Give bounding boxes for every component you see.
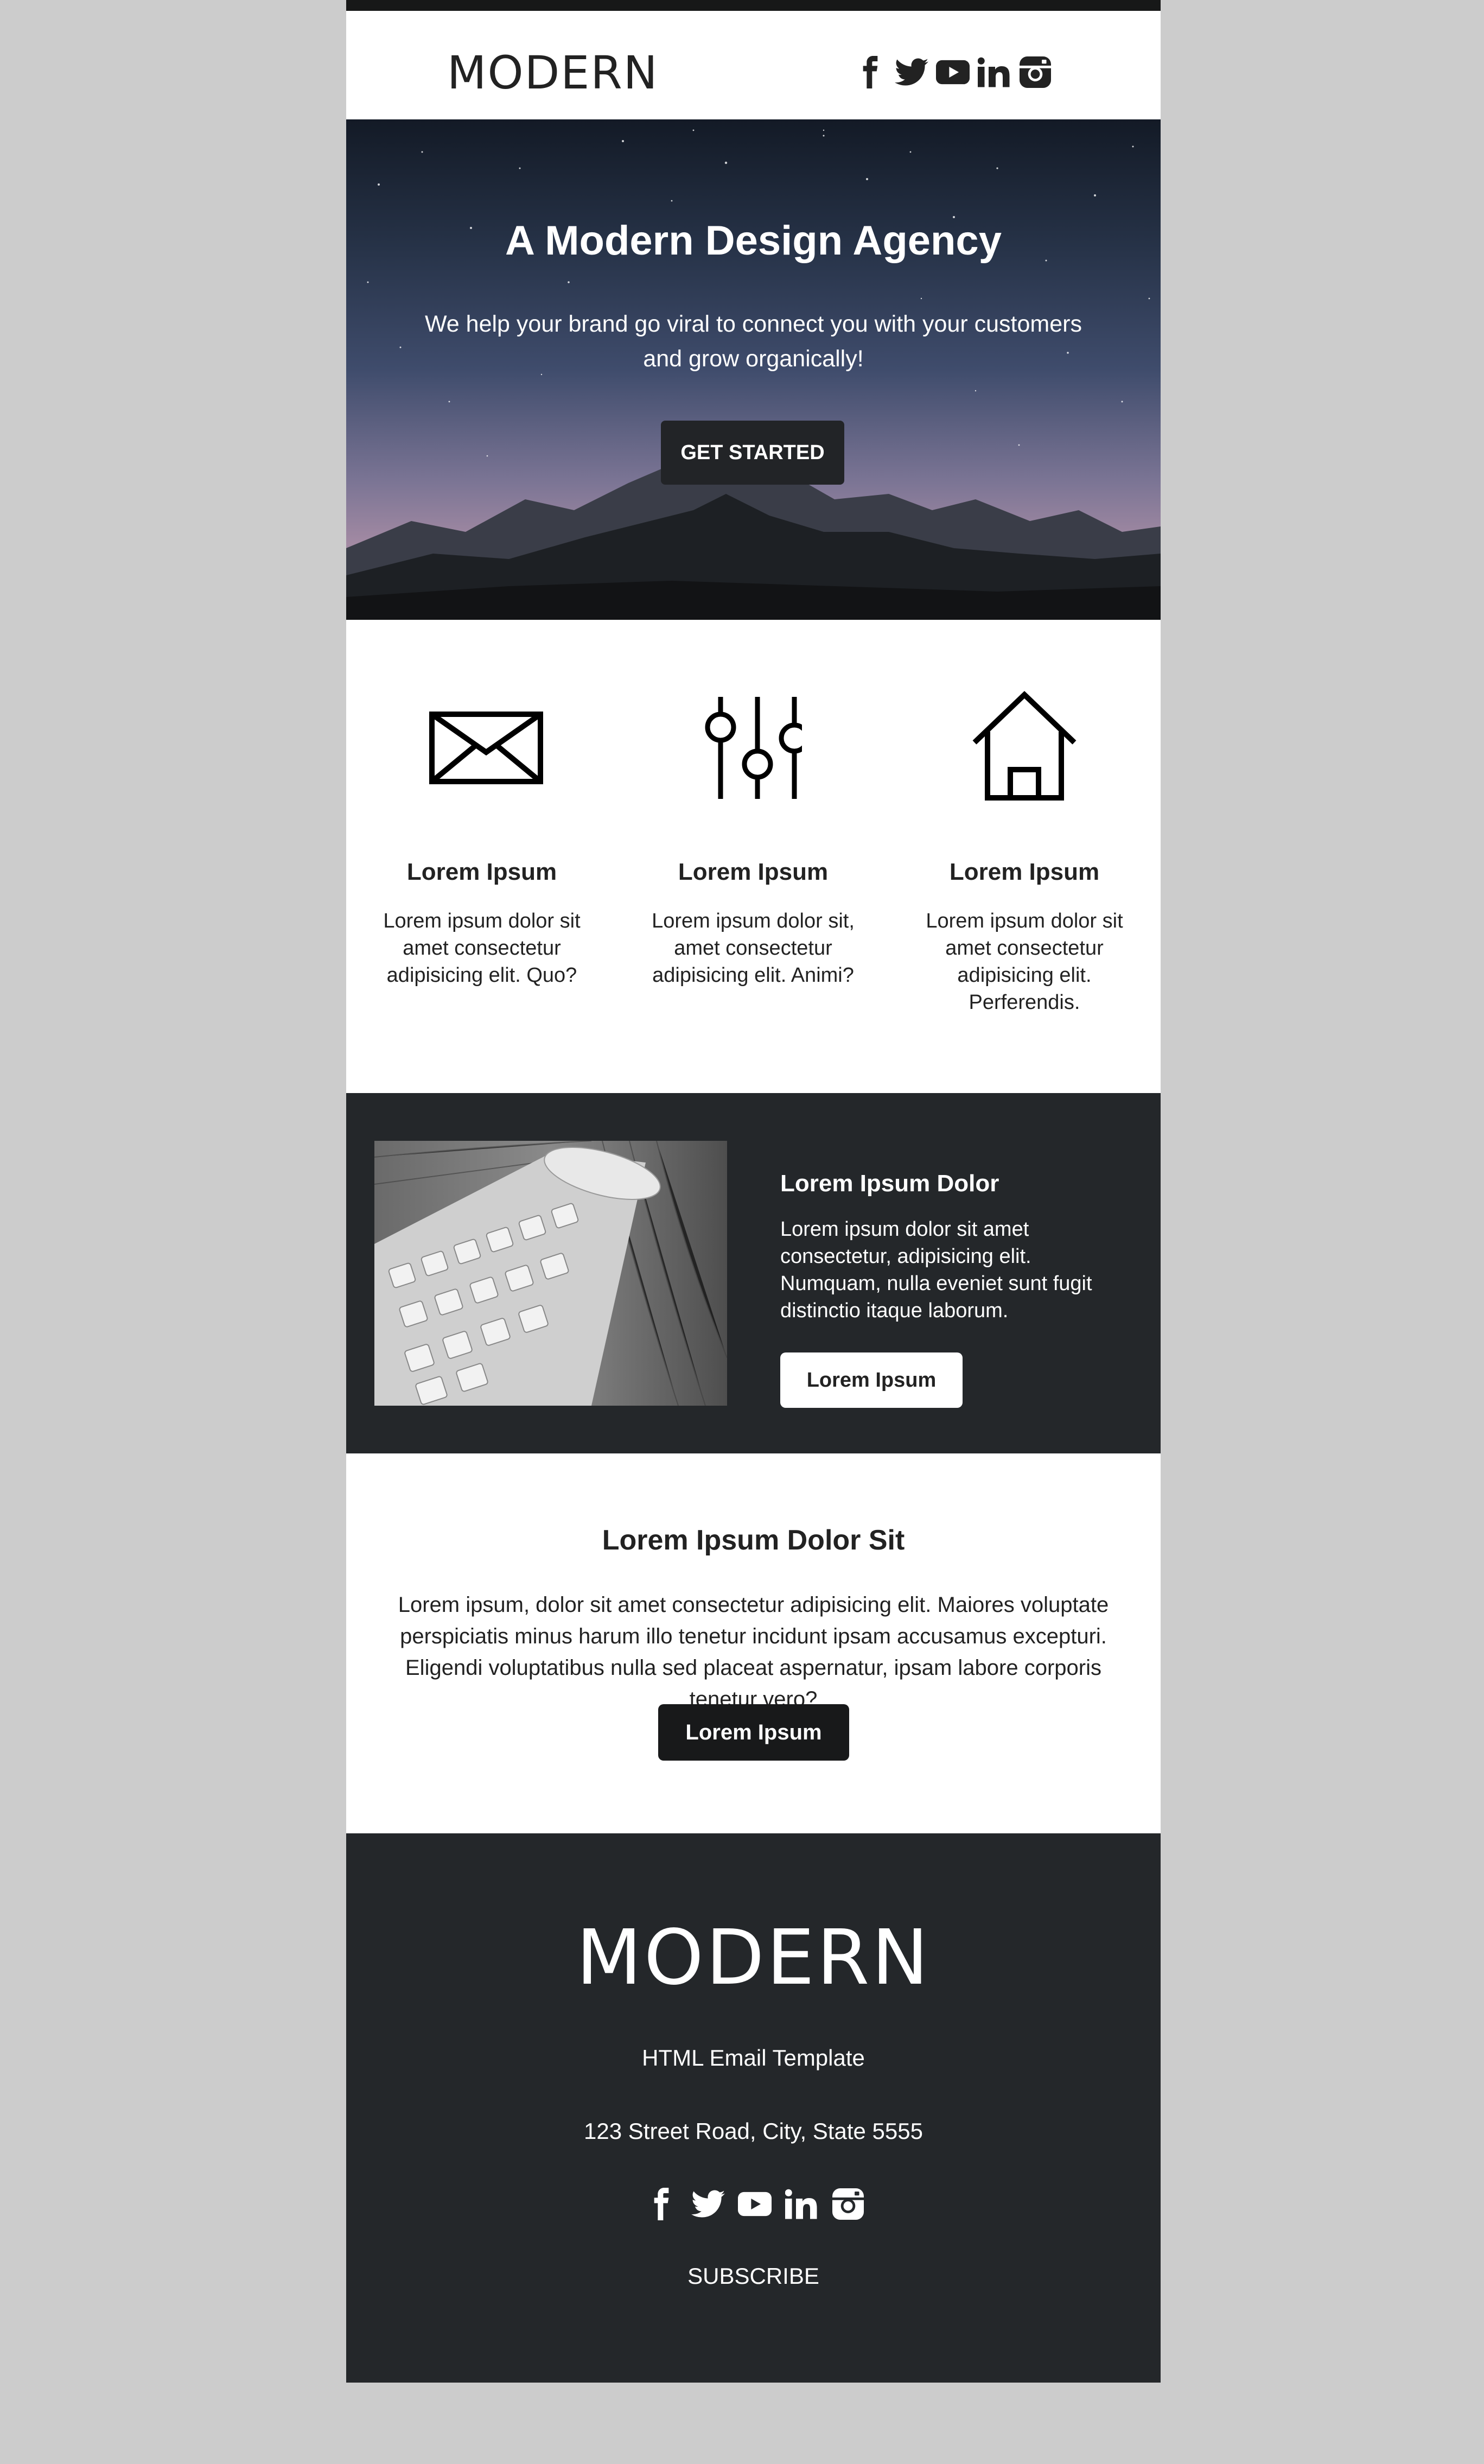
feature-title: Lorem Ipsum	[949, 859, 1100, 885]
sliders-icon	[705, 697, 802, 799]
promo-title: Lorem Ipsum Dolor	[780, 1170, 999, 1197]
footer-tagline: HTML Email Template	[642, 2045, 865, 2071]
email-header: MODERN	[346, 11, 1161, 119]
hero-banner: A Modern Design Agency We help your bran…	[346, 119, 1161, 620]
cta-section: Lorem Ipsum Dolor Sit Lorem ipsum, dolor…	[346, 1453, 1161, 1833]
linkedin-icon[interactable]	[977, 55, 1011, 89]
instagram-icon[interactable]	[1018, 55, 1052, 89]
keyboard-image	[374, 1141, 727, 1406]
footer-address: 123 Street Road, City, State 5555	[584, 2118, 923, 2144]
email-footer: MODERN HTML Email Template 123 Street Ro…	[346, 1833, 1161, 2383]
youtube-icon[interactable]	[737, 2186, 773, 2222]
email-container: MODERN A Modern Design Agency We help yo…	[346, 0, 1161, 2383]
cta-text: Lorem ipsum, dolor sit amet consectetur …	[398, 1593, 1109, 1711]
brand-logo[interactable]: MODERN	[447, 50, 659, 96]
feature-title: Lorem Ipsum	[678, 859, 829, 885]
facebook-icon[interactable]	[644, 2186, 679, 2222]
facebook-icon[interactable]	[854, 55, 887, 89]
top-bar	[346, 0, 1161, 11]
social-links-footer	[644, 2186, 866, 2222]
youtube-icon[interactable]	[936, 55, 970, 89]
feature-text: Lorem ipsum dolor sit, amet consectetur …	[652, 910, 855, 987]
hero-subtitle: We help your brand go viral to connect y…	[425, 311, 1082, 372]
get-started-button[interactable]: GET STARTED	[661, 421, 844, 485]
instagram-icon[interactable]	[830, 2186, 866, 2222]
subscribe-link[interactable]: SUBSCRIBE	[346, 2263, 1161, 2289]
twitter-icon[interactable]	[895, 55, 928, 89]
promo-button[interactable]: Lorem Ipsum	[780, 1352, 963, 1408]
linkedin-icon[interactable]	[784, 2186, 819, 2222]
feature-text: Lorem ipsum dolor sit amet consectetur a…	[926, 910, 1123, 1014]
home-icon	[972, 691, 1077, 801]
twitter-icon[interactable]	[690, 2186, 726, 2222]
cta-title: Lorem Ipsum Dolor Sit	[602, 1525, 905, 1556]
features-section: Lorem Ipsum Lorem ipsum dolor sit amet c…	[346, 620, 1161, 1093]
envelope-icon	[429, 712, 543, 784]
promo-text: Lorem ipsum dolor sit amet consectetur, …	[780, 1218, 1092, 1322]
promo-section: Lorem Ipsum Dolor Lorem ipsum dolor sit …	[346, 1093, 1161, 1453]
hero-title: A Modern Design Agency	[505, 218, 1002, 264]
social-links-header	[854, 55, 1052, 89]
cta-button[interactable]: Lorem Ipsum	[658, 1704, 849, 1761]
footer-logo[interactable]: MODERN	[346, 1920, 1161, 1996]
feature-text: Lorem ipsum dolor sit amet consectetur a…	[383, 910, 581, 987]
feature-title: Lorem Ipsum	[406, 859, 557, 885]
